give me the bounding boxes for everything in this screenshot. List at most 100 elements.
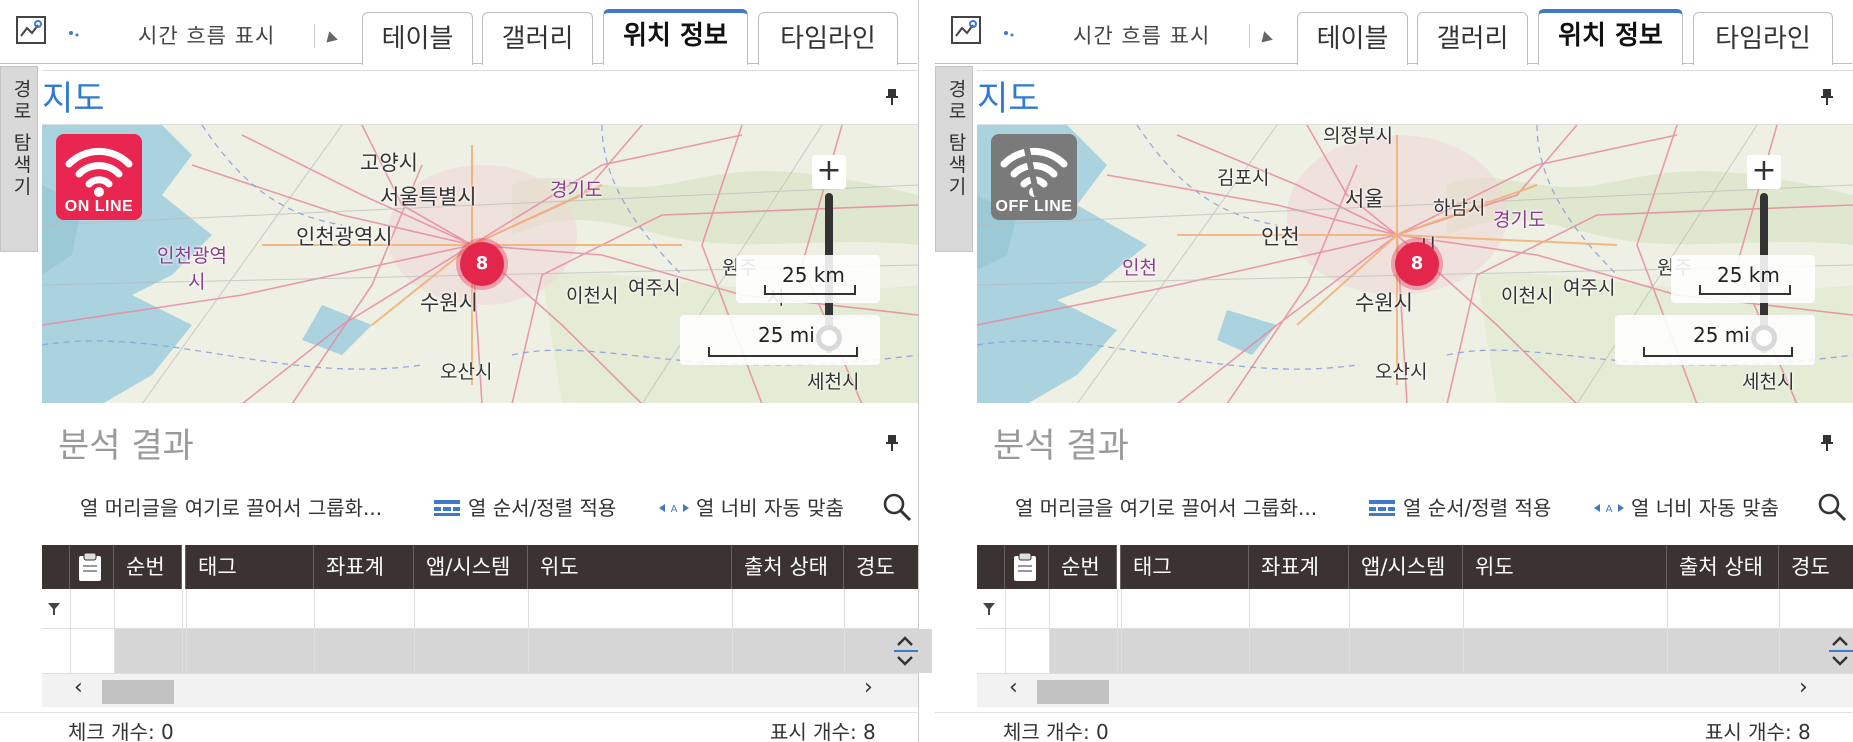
auto-fit-columns-button[interactable]: 열 너비 자동 맞춤 — [696, 492, 844, 521]
column-header-source-status[interactable]: 출처 상태 — [1667, 545, 1779, 589]
column-header-app-system[interactable]: 앱/시스템 — [1349, 545, 1463, 589]
scroll-right-icon[interactable]: › — [864, 675, 873, 700]
vertical-scroll-arrows[interactable] — [892, 629, 918, 673]
zoom-slider-handle[interactable] — [816, 325, 842, 351]
pin-icon[interactable] — [885, 88, 899, 106]
checkbox-header[interactable] — [70, 545, 114, 589]
zoom-in-button[interactable]: + — [812, 155, 846, 189]
column-header-longitude[interactable]: 경도 — [844, 545, 918, 589]
checkbox-header[interactable] — [1005, 545, 1049, 589]
vertical-scroll-arrows[interactable] — [1827, 629, 1853, 673]
search-icon[interactable] — [882, 492, 912, 522]
grid-line — [1249, 589, 1250, 673]
top-toolbar: 시간 흐름 표시 테이블 갤러리 위치 정보 타임라인 — [0, 0, 917, 65]
pin-icon[interactable] — [885, 434, 899, 452]
column-header-app-system[interactable]: 앱/시스템 — [414, 545, 528, 589]
column-order-icon — [434, 500, 460, 516]
horizontal-scrollbar[interactable]: ‹ › — [977, 673, 1853, 707]
dropdown-corner-icon[interactable] — [1257, 31, 1273, 47]
column-header-tag[interactable]: 태그 — [1121, 545, 1249, 589]
scroll-left-icon[interactable]: ‹ — [74, 675, 83, 700]
zoom-slider-handle[interactable] — [1751, 325, 1777, 351]
map-label: 인천 — [1122, 257, 1157, 279]
table-row[interactable] — [977, 629, 1853, 673]
filter-row[interactable] — [42, 589, 918, 629]
dropdown-corner-icon[interactable] — [322, 31, 338, 47]
column-header-tag[interactable]: 태그 — [186, 545, 314, 589]
display-count: 표시 개수: 8 — [1705, 720, 1811, 742]
time-flow-toggle[interactable]: 시간 흐름 표시 — [138, 20, 275, 50]
online-status-badge: ON LINE — [56, 134, 142, 220]
scroll-right-icon[interactable]: › — [1799, 675, 1808, 700]
table-row[interactable] — [42, 629, 932, 673]
scale-mi-box: 25 mi — [680, 315, 880, 365]
results-toolbar: 열 머리글을 여기로 끌어서 그룹화... 열 순서/정렬 적용 A 열 너비 … — [0, 488, 917, 526]
filter-row[interactable] — [977, 589, 1853, 629]
column-header-longitude[interactable]: 경도 — [1779, 545, 1853, 589]
scale-mi-label: 25 mi — [1693, 323, 1750, 347]
auto-fit-columns-button[interactable]: 열 너비 자동 맞춤 — [1631, 492, 1779, 521]
wifi-off-icon — [1000, 139, 1068, 197]
route-explorer-tab[interactable]: 경로 탐색기 — [0, 66, 38, 252]
grid-line — [1667, 589, 1668, 673]
scale-km-label: 25 km — [1717, 263, 1780, 287]
scroll-thumb[interactable] — [102, 680, 174, 704]
map-label: 인천광역시 — [296, 225, 393, 249]
offline-status-badge: OFF LINE — [991, 134, 1077, 220]
map-chart-icon[interactable] — [951, 16, 981, 44]
map-label: 인천광역 — [157, 245, 227, 267]
map-view[interactable]: ON LINE 고양시 서울특별시 경기도 인천광역시 인천광역 시 수원시 이… — [42, 124, 918, 403]
route-explorer-tab[interactable]: 경로 탐색기 — [935, 66, 973, 252]
horizontal-scrollbar[interactable]: ‹ › — [42, 673, 918, 707]
clipboard-icon — [79, 552, 101, 581]
clipboard-icon — [1014, 552, 1036, 581]
tab-location[interactable]: 위치 정보 — [603, 9, 748, 65]
scale-mi-box: 25 mi — [1615, 315, 1815, 365]
column-header-latitude[interactable]: 위도 — [1463, 545, 1667, 589]
group-by-drop-hint[interactable]: 열 머리글을 여기로 끌어서 그룹화... — [80, 492, 382, 521]
scale-km-box: 25 km — [1671, 255, 1815, 303]
scroll-thumb[interactable] — [1037, 680, 1109, 704]
check-count: 체크 개수: 0 — [68, 720, 174, 742]
scale-km-bar — [764, 285, 856, 295]
tab-timeline[interactable]: 타임라인 — [758, 12, 898, 65]
loading-dots-icon — [1004, 31, 1014, 37]
filter-icon[interactable] — [48, 603, 60, 615]
column-order-icon — [1369, 500, 1395, 516]
scroll-left-icon[interactable]: ‹ — [1009, 675, 1018, 700]
map-view[interactable]: OFF LINE 의정부시 김포시 서울 하남시 경기도 인천 인천 시 수원시… — [977, 124, 1853, 403]
group-by-drop-hint[interactable]: 열 머리글을 여기로 끌어서 그룹화... — [1015, 492, 1317, 521]
column-header-index[interactable]: 순번 — [114, 545, 182, 589]
map-label: 세천시 — [1742, 371, 1795, 393]
filter-icon[interactable] — [983, 603, 995, 615]
grid-line — [1779, 589, 1780, 673]
search-icon[interactable] — [1817, 492, 1847, 522]
tab-location[interactable]: 위치 정보 — [1538, 9, 1683, 65]
map-cluster-marker[interactable]: 8 — [1395, 242, 1439, 286]
toolbar-separator — [314, 24, 315, 48]
pin-icon[interactable] — [1820, 434, 1834, 452]
time-flow-toggle[interactable]: 시간 흐름 표시 — [1073, 20, 1210, 50]
tab-gallery[interactable]: 갤러리 — [1417, 12, 1528, 65]
column-header-index[interactable]: 순번 — [1049, 545, 1117, 589]
results-section-title: 분석 결과 — [993, 426, 1129, 466]
grid-line — [844, 589, 845, 673]
tab-table[interactable]: 테이블 — [1297, 12, 1408, 65]
pin-icon[interactable] — [1820, 88, 1834, 106]
map-cluster-marker[interactable]: 8 — [460, 242, 504, 286]
grid-line — [314, 589, 315, 673]
map-chart-icon[interactable] — [16, 16, 46, 44]
tab-gallery[interactable]: 갤러리 — [482, 12, 593, 65]
tab-table[interactable]: 테이블 — [362, 12, 473, 65]
column-header-latitude[interactable]: 위도 — [528, 545, 732, 589]
column-header-coord-system[interactable]: 좌표계 — [314, 545, 414, 589]
map-label: 경기도 — [550, 179, 603, 201]
map-label: 서울특별시 — [380, 185, 477, 209]
tab-timeline[interactable]: 타임라인 — [1693, 12, 1833, 65]
apply-column-order-button[interactable]: 열 순서/정렬 적용 — [468, 492, 616, 521]
apply-column-order-button[interactable]: 열 순서/정렬 적용 — [1403, 492, 1551, 521]
column-header-source-status[interactable]: 출처 상태 — [732, 545, 844, 589]
zoom-in-button[interactable]: + — [1747, 155, 1781, 189]
grid-line — [70, 589, 71, 673]
column-header-coord-system[interactable]: 좌표계 — [1249, 545, 1349, 589]
